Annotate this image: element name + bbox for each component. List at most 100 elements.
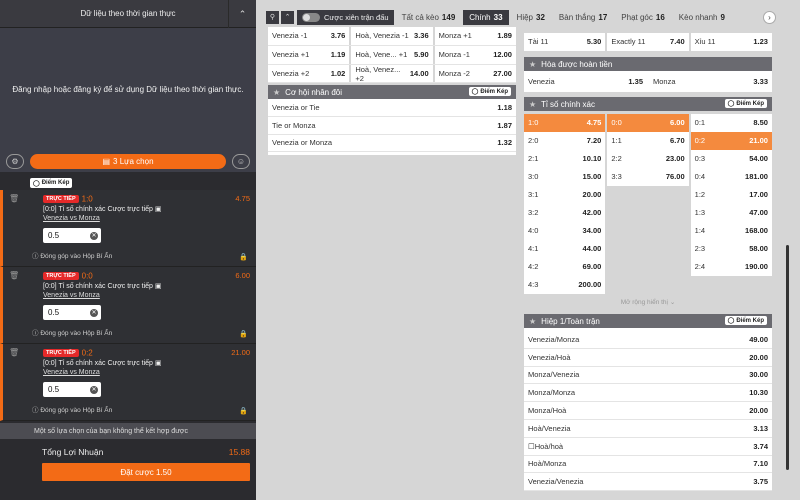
market-tab[interactable]: Kèo nhanh 9 xyxy=(673,10,731,25)
place-bet-button[interactable]: Đặt cược 1.50 xyxy=(42,463,250,481)
odds-row[interactable]: Monza/Venezia 30.00 xyxy=(524,367,772,385)
settings-icon[interactable]: ⚙ xyxy=(6,153,24,169)
chevron-up-icon[interactable]: ⌃ xyxy=(228,0,256,28)
odds-cell[interactable]: 4:1 44.00 xyxy=(524,239,606,258)
star-icon[interactable]: ★ xyxy=(529,317,536,326)
odds-cell[interactable]: 3:2 42.00 xyxy=(524,203,606,222)
trash-icon[interactable]: 🗑 xyxy=(9,194,19,203)
odds-cell[interactable]: 0:4 181.00 xyxy=(690,167,772,186)
odds-cell[interactable]: 0:2 21.00 xyxy=(690,131,772,150)
odds-cell[interactable]: Hoà, Venezia -1 3.36 xyxy=(351,27,433,45)
clear-icon[interactable]: ✕ xyxy=(90,385,98,394)
odds-cell[interactable]: 1:2 17.00 xyxy=(690,185,772,204)
market-tab[interactable]: Chính 33 xyxy=(463,9,509,25)
info-icon[interactable]: ▣ xyxy=(153,360,162,367)
chevron-down-icon: ⌄ xyxy=(669,298,676,306)
star-icon[interactable]: ★ xyxy=(529,60,536,69)
odds-cell[interactable]: Monza +1 1.89 xyxy=(434,27,516,45)
odds-cell[interactable]: Tài 11 5.30 xyxy=(524,33,606,51)
odds-cell[interactable]: 0:1 8.50 xyxy=(690,114,772,132)
htft-header[interactable]: ★ Hiệp 1/Toàn trận ◯ Điểm Kép xyxy=(524,314,772,328)
odds-cell[interactable]: 0:0 6.00 xyxy=(607,114,689,132)
stake-input[interactable]: 0.5 ✕ xyxy=(43,382,101,398)
clear-icon[interactable]: ✕ xyxy=(90,231,98,240)
odds-cell[interactable]: Hoà, Venez... +2 14.00 xyxy=(351,65,433,83)
odds-cell[interactable]: 3:0 15.00 xyxy=(524,167,606,186)
odds-cell[interactable]: Venezia 1.35 xyxy=(524,73,647,91)
odds-cell[interactable]: 3:3 76.00 xyxy=(607,167,689,186)
odds-cell[interactable]: 0:3 54.00 xyxy=(690,149,772,168)
stake-value: 0.5 xyxy=(48,231,60,241)
draw-no-bet-header[interactable]: ★ Hòa được hoàn tiền xyxy=(524,57,772,71)
mystery-box-row: ⓘ Đóng góp vào Hộp Bí Ẩn xyxy=(32,250,112,260)
bet-item: 🗑 TRỰC TIẾP 0:0 6.00 [0:0] Tỉ số chính xác C… xyxy=(0,267,256,344)
odds-cell[interactable]: Monza -2 27.00 xyxy=(434,64,516,83)
odds-cell[interactable]: 4:2 69.00 xyxy=(524,257,606,276)
match-link[interactable]: Venezia vs Monza xyxy=(43,215,248,222)
odds-cell[interactable]: 2:1 10.10 xyxy=(524,149,606,168)
scrollbar[interactable] xyxy=(786,245,789,470)
odds-cell[interactable]: 3:1 20.00 xyxy=(524,185,606,204)
search-icon[interactable]: ⚲ xyxy=(266,10,279,24)
toggle-switch[interactable] xyxy=(302,12,320,22)
info-icon[interactable]: ▣ xyxy=(153,206,162,213)
market-tab[interactable]: Bàn thắng 17 xyxy=(553,10,613,25)
star-icon[interactable]: ★ xyxy=(273,88,280,97)
odds-cell[interactable]: Xỉu 11 1.23 xyxy=(690,33,772,51)
odds-row[interactable]: Venezia/Hoà 20.00 xyxy=(524,349,772,367)
odds-cell[interactable]: Hoà, Vene... +1 5.90 xyxy=(351,45,433,64)
info-icon[interactable]: ▣ xyxy=(153,283,162,290)
expand-more-link[interactable]: Mở rộng hiển thị ⌄ xyxy=(524,294,772,306)
odds-value: 1.02 xyxy=(330,68,346,78)
market-tab[interactable]: Phạt góc 16 xyxy=(615,10,670,25)
odds-cell[interactable]: Monza 3.33 xyxy=(649,73,772,91)
stake-input[interactable]: 0.5 ✕ xyxy=(43,305,101,321)
collapse-all-icon[interactable]: ⌃ xyxy=(281,10,294,24)
bet-score: 0:2 xyxy=(81,348,93,358)
double-points-label: Điểm Kép xyxy=(736,317,764,324)
odds-cell[interactable]: 1:4 168.00 xyxy=(690,221,772,240)
odds-row[interactable]: Hoà/Monza 7.10 xyxy=(524,456,772,474)
odds-cell[interactable]: Venezia +2 1.02 xyxy=(268,64,350,83)
odds-cell[interactable]: Exactly 11 7.40 xyxy=(607,33,689,51)
odds-cell[interactable]: Monza -1 12.00 xyxy=(434,45,516,64)
market-tab[interactable]: Hiệp 32 xyxy=(511,10,551,25)
odds-row[interactable]: Monza/Hoà 20.00 xyxy=(524,402,772,420)
odds-cell[interactable]: 2:4 190.00 xyxy=(690,257,772,276)
odds-cell[interactable]: 4:0 34.00 xyxy=(524,221,606,240)
double-chance-header[interactable]: ★ Cơ hội nhân đôi ◯ Điểm Kép xyxy=(268,85,516,99)
user-icon[interactable]: ☺ xyxy=(232,153,250,169)
odds-cell[interactable]: Venezia -1 3.76 xyxy=(268,27,350,45)
odds-row[interactable]: Venezia or Monza 1.32 xyxy=(268,135,516,153)
star-icon[interactable]: ★ xyxy=(529,100,536,109)
odds-row[interactable]: Tie or Monza 1.87 xyxy=(268,117,516,135)
odds-row[interactable]: Hoà/Venezia 3.13 xyxy=(524,420,772,438)
selections-button[interactable]: ▤ 3 Lựa chọn xyxy=(30,153,226,169)
odds-cell[interactable]: 2:0 7.20 xyxy=(524,131,606,150)
odds-row[interactable]: Venezia/Venezia 3.75 xyxy=(524,473,772,492)
combo-toggle[interactable]: Cược xiên trận đấu xyxy=(297,9,394,25)
odds-cell[interactable]: 2:3 58.00 xyxy=(690,239,772,258)
odds-cell[interactable]: 1:0 4.75 xyxy=(524,114,606,132)
odds-cell[interactable]: 1:3 47.00 xyxy=(690,203,772,222)
clear-icon[interactable]: ✕ xyxy=(90,308,98,317)
trash-icon[interactable]: 🗑 xyxy=(9,348,19,357)
market-tab[interactable]: Tất cả kèo 149 xyxy=(396,10,462,25)
match-link[interactable]: Venezia vs Monza xyxy=(43,369,248,376)
odds-row[interactable]: Monza/Monza 10.30 xyxy=(524,384,772,403)
odds-row[interactable]: ☐Hoà/hoà 3.74 xyxy=(524,438,772,456)
odds-row: 4:1 44.00 2:3 58.00 xyxy=(524,239,772,258)
odds-cell[interactable]: 4:3 200.00 xyxy=(524,275,606,294)
odds-row[interactable]: Venezia or Tie 1.18 xyxy=(268,99,516,117)
odds-cell[interactable]: Venezia +1 1.19 xyxy=(268,45,350,64)
match-link[interactable]: Venezia vs Monza xyxy=(43,292,248,299)
stake-input[interactable]: 0.5 ✕ xyxy=(43,228,101,244)
correct-score-header[interactable]: ★ Tỉ số chính xác ◯ Điểm Kép xyxy=(524,97,772,111)
odds-row[interactable]: Venezia/Monza 49.00 xyxy=(524,331,772,349)
odds-cell[interactable]: 2:2 23.00 xyxy=(607,149,689,168)
selection-label: 1:1 xyxy=(611,136,622,146)
chevron-right-icon[interactable]: › xyxy=(763,10,776,24)
trash-icon[interactable]: 🗑 xyxy=(9,271,19,280)
live-data-header[interactable]: Dữ liệu theo thời gian thực ⌃ xyxy=(0,0,256,28)
odds-cell[interactable]: 1:1 6.70 xyxy=(607,131,689,150)
